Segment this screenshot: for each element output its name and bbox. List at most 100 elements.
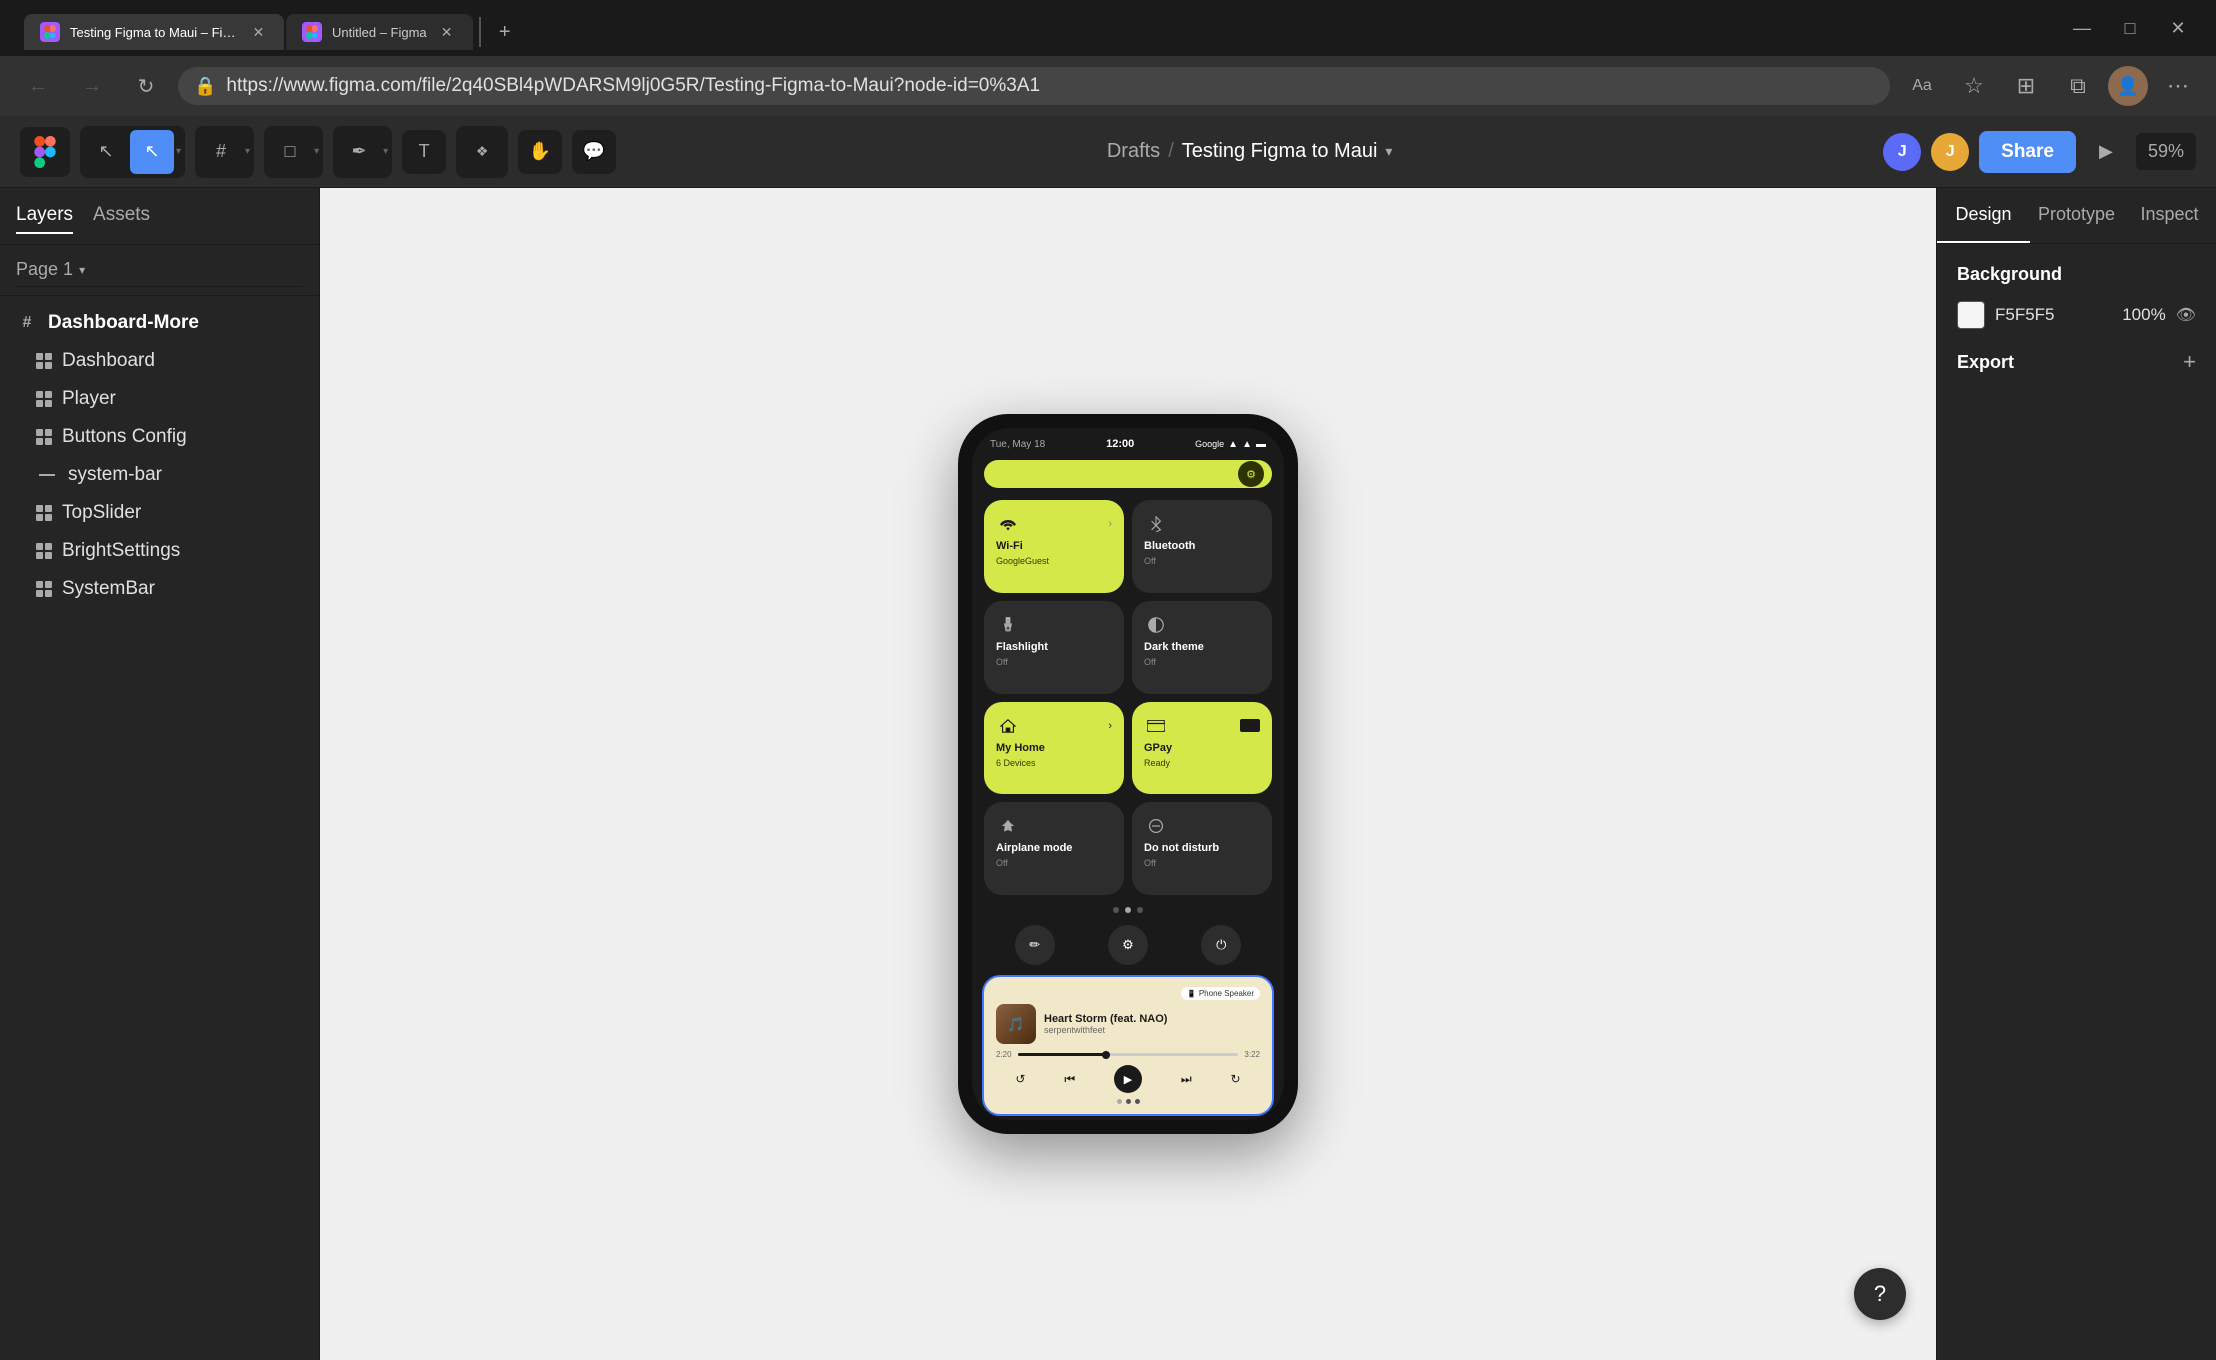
airplane-tile[interactable]: Airplane mode Off: [984, 802, 1124, 895]
figma-file-title[interactable]: Testing Figma to Maui: [1182, 140, 1378, 163]
layer-item-buttons-config[interactable]: Buttons Config: [0, 418, 319, 456]
flashlight-tile[interactable]: Flashlight Off: [984, 601, 1124, 694]
forward-button[interactable]: →: [70, 64, 114, 108]
visibility-toggle-icon[interactable]: 👁: [2176, 305, 2196, 325]
back-button[interactable]: ←: [16, 64, 60, 108]
carrier-name: Google: [1195, 439, 1224, 449]
background-opacity-value[interactable]: 100%: [2122, 305, 2165, 325]
pen-tool[interactable]: ✒: [337, 130, 381, 174]
play-pause-button[interactable]: ▶: [1114, 1065, 1142, 1093]
layers-list: # Dashboard-More Dashboard Player: [0, 296, 319, 1360]
tab-assets[interactable]: Assets: [93, 198, 150, 234]
layer-item-player[interactable]: Player: [0, 380, 319, 418]
browser-tab-2[interactable]: Untitled – Figma ✕: [286, 14, 473, 50]
layer-item-dashboard-more[interactable]: # Dashboard-More: [0, 304, 319, 342]
battery-icon: ▬: [1256, 439, 1266, 450]
maximize-button[interactable]: □: [2108, 10, 2152, 46]
myhome-tile-arrow-icon: ›: [1108, 720, 1112, 732]
canvas-area[interactable]: Tue, May 18 12:00 Google ▲ ▲ ▬: [320, 188, 1936, 1360]
next-button[interactable]: ⏭: [1181, 1072, 1192, 1087]
darktheme-tile[interactable]: Dark theme Off: [1132, 601, 1272, 694]
user-avatar[interactable]: 👤: [2108, 66, 2148, 106]
layer-grid-icon-2: [36, 391, 52, 407]
select-tool[interactable]: ↖: [130, 130, 174, 174]
favorites-button[interactable]: ☆: [1952, 64, 1996, 108]
speaker-badge-label: Phone Speaker: [1199, 989, 1254, 998]
bluetooth-tile[interactable]: Bluetooth Off: [1132, 500, 1272, 593]
wifi-tile-label: Wi-Fi: [996, 540, 1112, 552]
export-add-button[interactable]: +: [2183, 349, 2196, 375]
airplane-tile-sub: Off: [996, 858, 1112, 868]
prev-button[interactable]: ⏮: [1064, 1072, 1075, 1087]
browser-tab-1[interactable]: Testing Figma to Maui – Figma ✕: [24, 14, 284, 50]
export-row: Export +: [1957, 349, 2196, 375]
share-button[interactable]: Share: [1979, 131, 2076, 173]
music-progress-fill: [1018, 1053, 1106, 1056]
music-info: Heart Storm (feat. NAO) serpentwithfeet: [1044, 1013, 1260, 1035]
collaborator-avatar-1[interactable]: J: [1883, 133, 1921, 171]
tab-1-close[interactable]: ✕: [249, 22, 268, 42]
components-tool[interactable]: ❖: [460, 130, 504, 174]
minimize-button[interactable]: —: [2060, 10, 2104, 46]
gpay-tile[interactable]: GPay Ready: [1132, 702, 1272, 795]
hand-tool[interactable]: ✋: [518, 130, 562, 174]
wifi-tile[interactable]: › Wi-Fi GoogleGuest: [984, 500, 1124, 593]
bottom-control-buttons: ✏ ⚙ ⏻: [972, 919, 1284, 971]
tab-prototype[interactable]: Prototype: [2030, 188, 2123, 243]
reload-button[interactable]: ↻: [124, 64, 168, 108]
bluetooth-tile-sub: Off: [1144, 556, 1260, 566]
shape-tool[interactable]: □: [268, 130, 312, 174]
figma-breadcrumb: Drafts: [1107, 140, 1160, 163]
settings-button[interactable]: ⚙: [1108, 925, 1148, 965]
layer-grid-icon-6: [36, 581, 52, 597]
close-button[interactable]: ✕: [2156, 10, 2200, 46]
collections-button[interactable]: ⊞: [2004, 64, 2048, 108]
zoom-control[interactable]: 59%: [2136, 133, 2196, 170]
comment-tool[interactable]: 💬: [572, 130, 616, 174]
music-progress-bar[interactable]: [1018, 1053, 1239, 1056]
forward-button[interactable]: ↻: [1230, 1072, 1240, 1086]
player-dot-2: [1126, 1099, 1131, 1104]
pagination-dot-2: [1125, 907, 1131, 913]
player-pagination-dots: [996, 1095, 1260, 1104]
layer-item-system-bar[interactable]: system-bar: [0, 456, 319, 494]
help-button[interactable]: ?: [1854, 1268, 1906, 1320]
pagination-dot-3: [1137, 907, 1143, 913]
frame-tool[interactable]: #: [199, 130, 243, 174]
text-tool[interactable]: T: [402, 130, 446, 174]
present-button[interactable]: ▶: [2086, 132, 2126, 172]
page-selector[interactable]: Page 1 ▾: [16, 253, 303, 287]
background-color-hex[interactable]: F5F5F5: [1995, 305, 2112, 325]
move-tool[interactable]: ↖: [84, 130, 128, 174]
edit-button[interactable]: ✏: [1015, 925, 1055, 965]
layer-name-buttons-config: Buttons Config: [62, 426, 187, 448]
address-bar[interactable]: 🔒 https://www.figma.com/file/2q40SBl4pWD…: [178, 67, 1890, 105]
browser-chrome: Testing Figma to Maui – Figma ✕ Untitled…: [0, 0, 2216, 116]
myhome-tile[interactable]: › My Home 6 Devices: [984, 702, 1124, 795]
flashlight-tile-label: Flashlight: [996, 641, 1112, 653]
extensions-button[interactable]: ⋯: [2156, 64, 2200, 108]
background-color-swatch[interactable]: [1957, 301, 1985, 329]
collaborator-avatar-2[interactable]: J: [1931, 133, 1969, 171]
tab-2-close[interactable]: ✕: [437, 22, 457, 42]
brightness-icon: ⚙: [1246, 468, 1256, 481]
new-tab-button[interactable]: +: [487, 14, 523, 50]
layer-item-topslider[interactable]: TopSlider: [0, 494, 319, 532]
tab-design[interactable]: Design: [1937, 188, 2030, 243]
layer-item-brightsettings[interactable]: BrightSettings: [0, 532, 319, 570]
dnd-tile[interactable]: Do not disturb Off: [1132, 802, 1272, 895]
replay-button[interactable]: ↺: [1015, 1072, 1025, 1086]
tab-inspect[interactable]: Inspect: [2123, 188, 2216, 243]
reader-mode-button[interactable]: Aa: [1900, 64, 1944, 108]
power-button[interactable]: ⏻: [1201, 925, 1241, 965]
flashlight-tile-sub: Off: [996, 657, 1112, 667]
brightness-slider[interactable]: ⚙: [984, 460, 1272, 488]
split-view-button[interactable]: ⧉: [2056, 64, 2100, 108]
music-artist: serpentwithfeet: [1044, 1025, 1260, 1035]
layer-name-player: Player: [62, 388, 116, 410]
layer-item-dashboard[interactable]: Dashboard: [0, 342, 319, 380]
layer-item-systembar[interactable]: SystemBar: [0, 570, 319, 608]
tab-layers[interactable]: Layers: [16, 198, 73, 234]
gpay-tile-icon: [1144, 714, 1168, 738]
figma-logo-button[interactable]: [20, 127, 70, 177]
